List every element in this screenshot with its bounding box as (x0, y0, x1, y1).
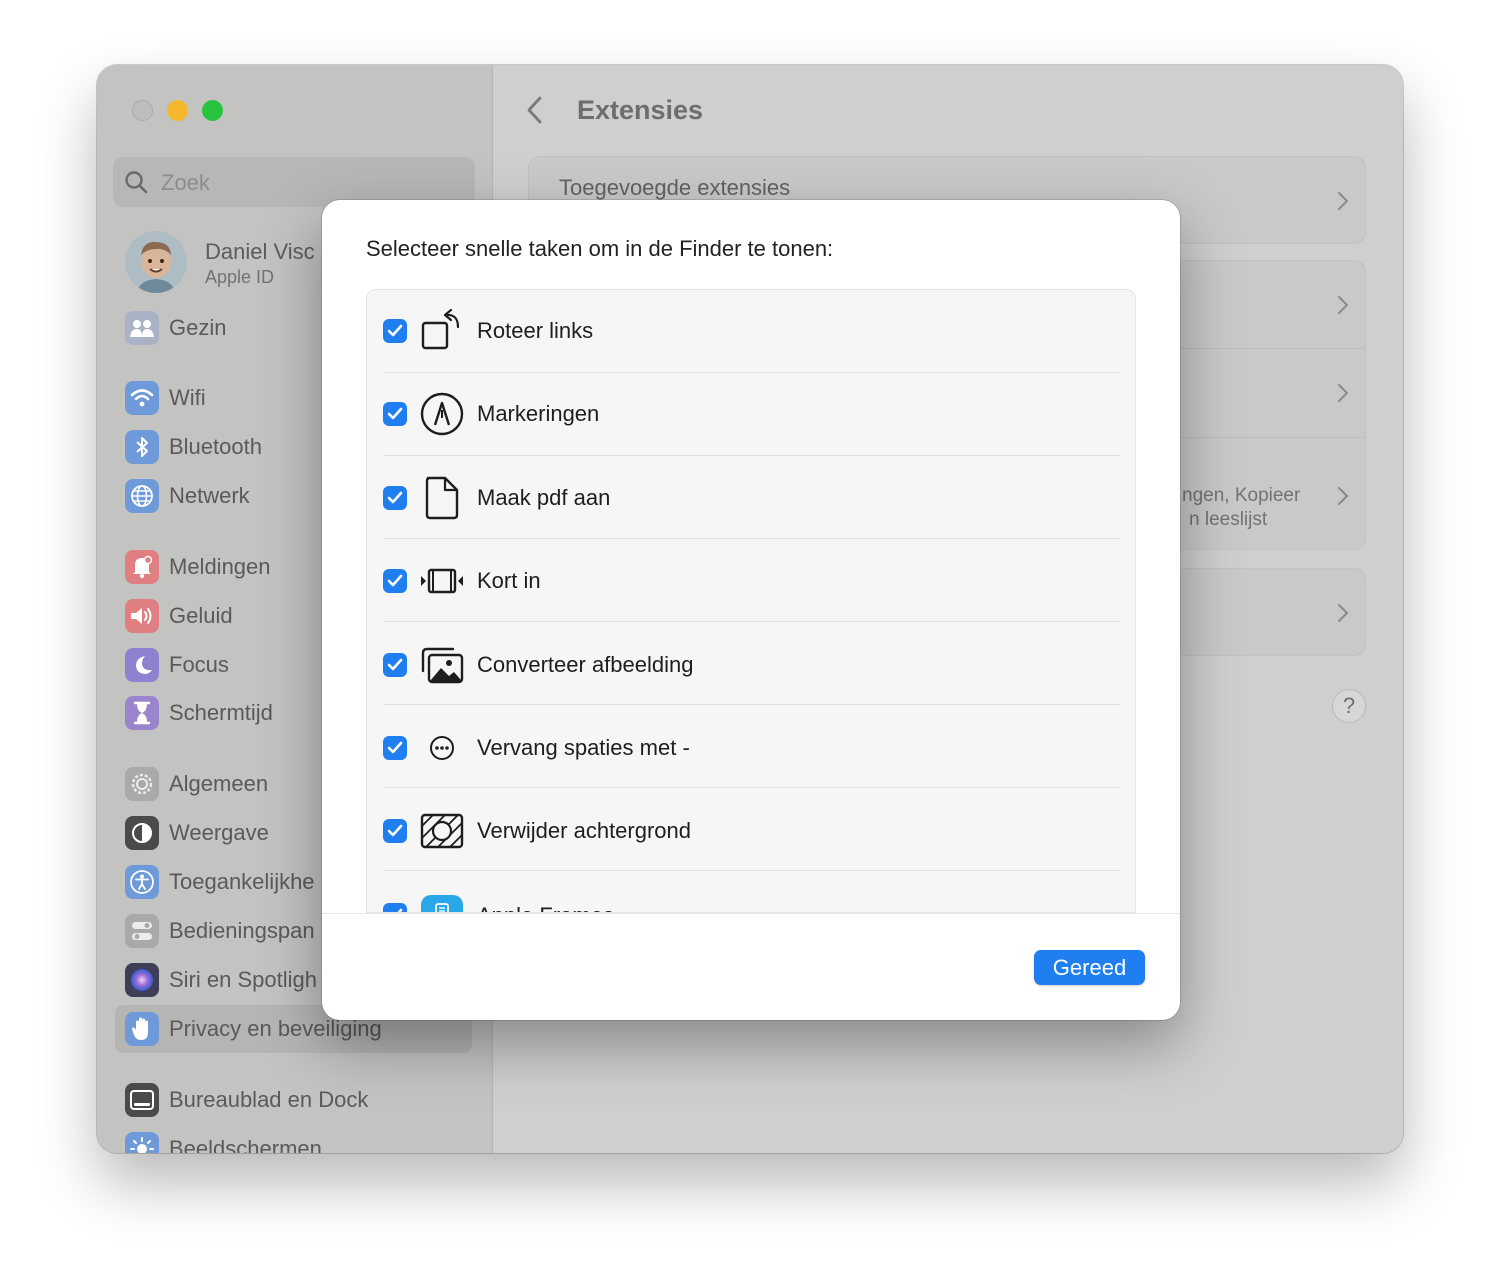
added-extensions-label: Toegevoegde extensies (559, 175, 791, 200)
markup-icon (419, 391, 465, 437)
page-title: Extensies (577, 95, 704, 125)
search-icon (125, 171, 148, 194)
task-checkbox[interactable] (383, 819, 407, 843)
quick-actions-list[interactable]: Roteer links Markeringen Maak pdf aan Ko… (366, 289, 1136, 913)
accessibility-icon (125, 865, 159, 899)
window-close-button[interactable] (132, 100, 153, 121)
hand-icon (125, 1012, 159, 1046)
quick-actions-sheet: Selecteer snelle taken om in de Finder t… (322, 200, 1180, 1020)
extension-description-partial: ngen, Kopieer (1182, 485, 1301, 506)
list-item[interactable]: Verwijder achtergrond (367, 788, 1135, 871)
siri-icon (125, 963, 159, 997)
task-checkbox[interactable] (383, 319, 407, 343)
ellipsis-circle-icon (419, 725, 465, 771)
checkmark-icon (387, 407, 403, 420)
list-item[interactable]: Markeringen (367, 373, 1135, 456)
sidebar-item-label: Geluid (169, 603, 233, 628)
sun-icon (125, 1132, 159, 1153)
sidebar-item-label: Focus (169, 652, 229, 677)
sidebar-item-label: Siri en Spotligh (169, 967, 317, 992)
checkmark-icon (387, 574, 403, 587)
list-item[interactable]: Kort in (367, 539, 1135, 622)
sidebar-item-label: Gezin (169, 315, 227, 340)
list-item[interactable]: Roteer links (367, 290, 1135, 373)
task-label: Apple Frames (477, 903, 614, 912)
window-minimize-button[interactable] (167, 100, 188, 121)
hourglass-icon (125, 696, 159, 730)
sidebar-item-label: Bedieningspan (169, 918, 315, 943)
moon-icon (125, 648, 159, 682)
chevron-right-icon[interactable] (1337, 295, 1349, 315)
task-checkbox[interactable] (383, 736, 407, 760)
family-icon (125, 311, 159, 345)
checkmark-icon (387, 324, 403, 337)
control-center-icon (125, 914, 159, 948)
rotate-left-icon (419, 308, 465, 354)
globe-icon (125, 479, 159, 513)
list-item[interactable]: Converteer afbeelding (367, 622, 1135, 705)
sidebar-item-label: Beeldschermen (169, 1136, 322, 1153)
photos-icon (419, 642, 465, 688)
task-checkbox[interactable] (383, 653, 407, 677)
appearance-icon (125, 816, 159, 850)
checkmark-icon (387, 491, 403, 504)
sidebar-item-label: Toegankelijkhe (169, 869, 315, 894)
avatar (125, 231, 187, 293)
task-label: Markeringen (477, 401, 600, 426)
task-label: Converteer afbeelding (477, 652, 694, 677)
frames-app-icon (419, 893, 465, 912)
done-button[interactable]: Gereed (1034, 950, 1145, 985)
sidebar-item-label: Netwerk (169, 483, 250, 508)
sidebar-item-label: Meldingen (169, 554, 271, 579)
bell-icon (125, 550, 159, 584)
dock-icon (125, 1083, 159, 1117)
remove-background-icon (419, 808, 465, 854)
list-item[interactable]: Vervang spaties met - (367, 705, 1135, 788)
sidebar-item-label: Bluetooth (169, 434, 262, 459)
chevron-right-icon (1338, 604, 1349, 622)
checkmark-icon (387, 741, 403, 754)
sidebar-item-label: Algemeen (169, 771, 269, 796)
sidebar-item-label: Wifi (169, 385, 206, 410)
document-icon (419, 475, 465, 521)
wifi-icon (125, 381, 159, 415)
gear-icon (125, 767, 159, 801)
window-zoom-button[interactable] (202, 100, 223, 121)
chevron-right-icon (1338, 192, 1349, 210)
chevron-right-icon[interactable] (1337, 486, 1349, 506)
task-checkbox[interactable] (383, 903, 407, 912)
chevron-right-icon[interactable] (1337, 383, 1349, 403)
task-checkbox[interactable] (383, 486, 407, 510)
task-label: Vervang spaties met - (477, 735, 690, 760)
trim-icon (419, 558, 465, 604)
task-label: Maak pdf aan (477, 485, 611, 510)
account-subtitle: Apple ID (205, 267, 275, 287)
task-label: Verwijder achtergrond (477, 818, 692, 843)
sidebar-item-label: Bureaublad en Dock (169, 1087, 369, 1112)
task-label: Roteer links (477, 318, 594, 343)
extension-description-partial: n leeslijst (1189, 509, 1268, 530)
account-name: Daniel Visc (205, 239, 315, 264)
task-checkbox[interactable] (383, 569, 407, 593)
bluetooth-icon (125, 430, 159, 464)
help-button[interactable]: ? (1332, 689, 1366, 723)
checkmark-icon (387, 824, 403, 837)
sidebar-item-label: Schermtijd (169, 700, 273, 725)
back-chevron-icon[interactable] (525, 95, 545, 125)
list-item[interactable]: Maak pdf aan (367, 456, 1135, 539)
checkmark-icon (387, 658, 403, 671)
sheet-footer-divider (322, 913, 1180, 914)
list-item[interactable]: Apple Frames (367, 871, 1135, 912)
sidebar-item-label: Weergave (169, 820, 269, 845)
task-checkbox[interactable] (383, 402, 407, 426)
search-input[interactable] (159, 164, 463, 202)
speaker-icon (125, 599, 159, 633)
task-label: Kort in (477, 568, 541, 593)
sheet-title: Selecteer snelle taken om in de Finder t… (366, 236, 834, 261)
